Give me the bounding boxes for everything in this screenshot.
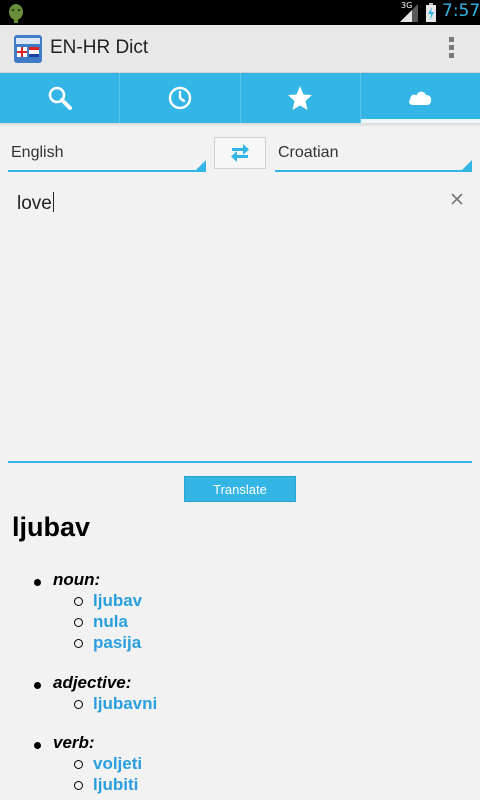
translation-link[interactable]: nula: [93, 612, 128, 632]
overflow-menu-icon[interactable]: [446, 37, 456, 63]
signal-icon: [400, 4, 418, 22]
action-bar: EN-HR Dict: [0, 25, 480, 73]
bullet-icon: [34, 682, 41, 689]
target-language-spinner[interactable]: Croatian: [275, 140, 472, 172]
translation-link[interactable]: pasija: [93, 633, 141, 653]
status-bar: 3G 7:57: [0, 0, 480, 25]
battery-charging-icon: [426, 3, 436, 22]
search-icon: [48, 86, 72, 110]
translation-link[interactable]: ljubiti: [93, 775, 138, 795]
word-input-value: love: [17, 192, 54, 214]
clear-x-icon[interactable]: [449, 191, 465, 207]
swap-arrows-icon: [231, 144, 249, 162]
status-time: 7:57: [442, 1, 480, 21]
pos-label: noun:: [53, 570, 101, 589]
dictionary-app-icon[interactable]: [14, 35, 42, 63]
circle-bullet-icon: [74, 760, 83, 769]
tab-favorites[interactable]: [241, 73, 361, 123]
circle-bullet-icon: [74, 618, 83, 627]
swap-languages-button[interactable]: [214, 137, 266, 169]
translate-button[interactable]: Translate: [184, 476, 296, 502]
bullet-icon: [34, 742, 41, 749]
spinner-corner-icon: [462, 160, 472, 170]
pos-label: adjective:: [53, 673, 132, 692]
cloud-icon: [409, 91, 432, 105]
translation-link[interactable]: ljubavni: [93, 694, 157, 714]
source-language-spinner[interactable]: English: [8, 140, 206, 172]
tab-bar-shadow: [0, 123, 480, 127]
text-caret: [52, 192, 54, 212]
source-language-label: English: [11, 144, 64, 161]
tab-online[interactable]: [360, 73, 480, 123]
circle-bullet-icon: [74, 781, 83, 790]
circle-bullet-icon: [74, 700, 83, 709]
translation-link[interactable]: voljeti: [93, 754, 142, 774]
result-headword: ljubav: [12, 512, 91, 542]
target-language-label: Croatian: [278, 144, 339, 161]
translation-link[interactable]: ljubav: [93, 591, 142, 611]
tab-history[interactable]: [120, 73, 241, 123]
tab-bar: [0, 73, 480, 123]
spinner-corner-icon: [196, 160, 206, 170]
pos-label: verb:: [53, 733, 95, 752]
bullet-icon: [34, 579, 41, 586]
circle-bullet-icon: [74, 597, 83, 606]
tab-search[interactable]: [0, 73, 121, 123]
circle-bullet-icon: [74, 639, 83, 648]
android-debug-icon: [9, 4, 23, 23]
favorites-star-icon: [288, 86, 313, 110]
word-input-field[interactable]: love: [8, 180, 472, 463]
history-clock-icon: [168, 86, 192, 110]
app-title: EN-HR Dict: [50, 37, 149, 58]
